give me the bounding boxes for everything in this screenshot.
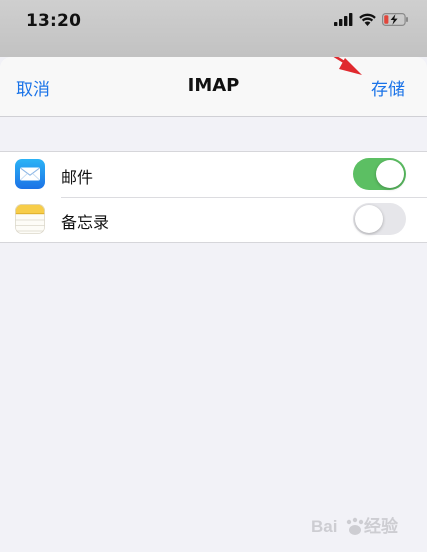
mail-app-icon <box>15 159 45 189</box>
baidu-jingyan-watermark: Bai 经验 <box>311 514 403 538</box>
cellular-signal-icon <box>334 13 353 26</box>
battery-charging-icon <box>382 13 408 26</box>
svg-text:Bai: Bai <box>311 517 337 536</box>
sync-list: 邮件 备忘录 <box>0 151 427 243</box>
annotation-arrow-icon <box>333 57 362 75</box>
wifi-icon <box>359 13 376 26</box>
svg-text:经验: 经验 <box>364 516 399 536</box>
toggle-knob <box>376 160 404 188</box>
mail-sync-toggle[interactable] <box>353 158 406 190</box>
save-button[interactable]: 存储 <box>371 75 405 100</box>
row-label-notes: 备忘录 <box>61 213 110 232</box>
status-bar: 13:20 <box>0 0 427 57</box>
nav-bar: 取消 IMAP 存储 <box>0 57 427 117</box>
toggle-knob <box>355 205 383 233</box>
status-icons <box>334 13 409 26</box>
baidu-jingyan-logo-icon: Bai 经验 <box>311 516 399 536</box>
notes-app-icon <box>15 204 45 234</box>
imap-sheet: 取消 IMAP 存储 邮件 备忘录 Bai 经验 <box>0 57 427 552</box>
notes-sync-toggle[interactable] <box>353 203 406 235</box>
list-item-mail: 邮件 <box>0 152 427 197</box>
status-time: 13:20 <box>26 11 82 31</box>
row-label-mail: 邮件 <box>61 168 94 187</box>
list-item-notes: 备忘录 <box>0 197 427 242</box>
